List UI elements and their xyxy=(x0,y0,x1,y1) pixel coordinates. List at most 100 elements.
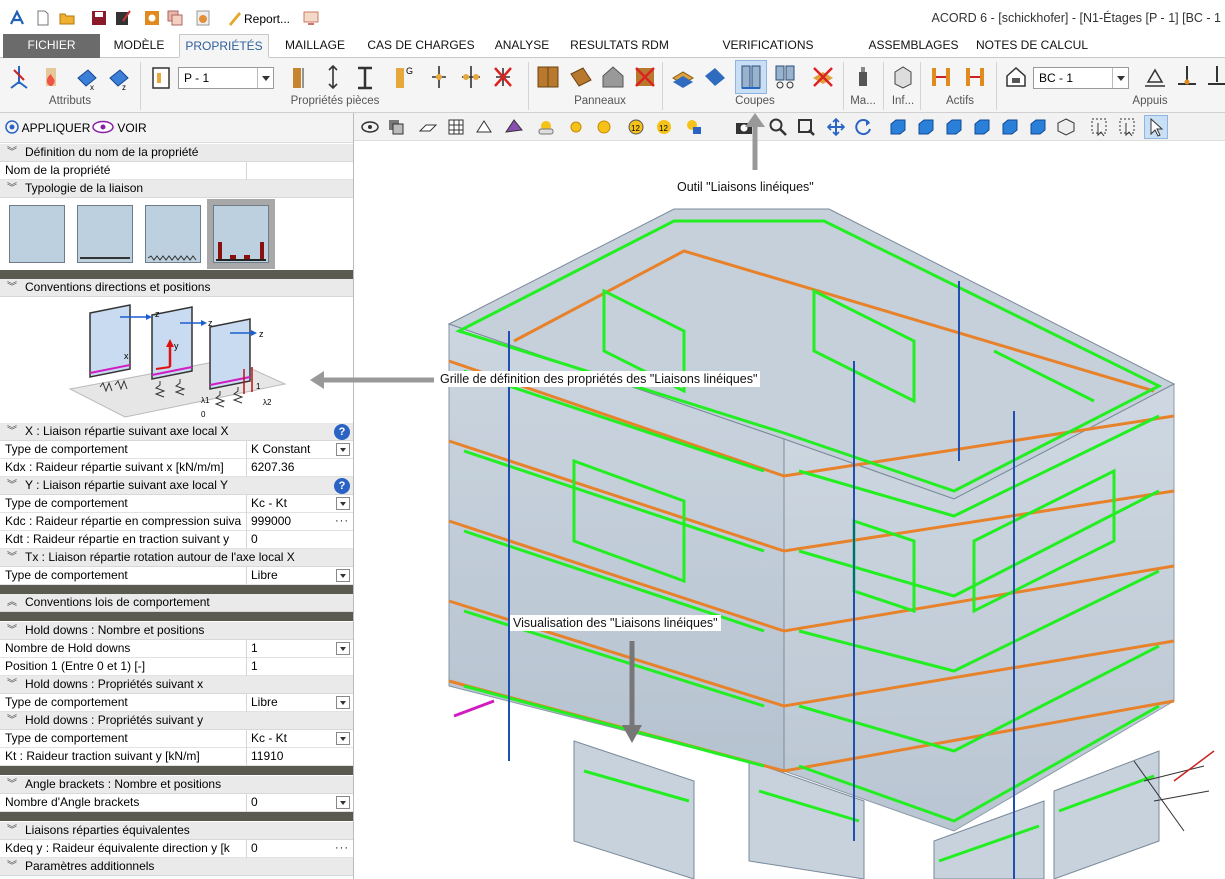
section-hd-count[interactable]: ︾ Hold downs : Nombre et positions xyxy=(0,622,353,640)
row-hdy-type[interactable]: Type de comportement Kc - Kt xyxy=(0,730,353,748)
info-box-icon[interactable] xyxy=(890,62,916,92)
tab-modele[interactable]: MODÈLE xyxy=(103,34,175,58)
centroid-icon[interactable]: G xyxy=(390,62,416,92)
section-x-liaison[interactable]: ︾ X : Liaison répartie suivant axe local … xyxy=(0,423,353,441)
hdy-type-select[interactable]: Kc - Kt xyxy=(246,730,353,748)
active-element-2-icon[interactable] xyxy=(962,62,988,92)
ellipsis-button[interactable]: ··· xyxy=(335,840,349,857)
local-axis-x-icon[interactable]: x xyxy=(74,62,100,92)
section-conv-lois[interactable]: ︽ Conventions lois de comportement xyxy=(0,594,353,612)
tab-fichier[interactable]: FICHIER xyxy=(3,34,100,58)
section-params[interactable]: ︾ Paramètres additionnels xyxy=(0,858,353,876)
hdx-type-select[interactable]: Libre xyxy=(246,694,353,712)
tab-maillage[interactable]: MAILLAGE xyxy=(276,34,354,58)
chevron-down-icon[interactable] xyxy=(336,497,350,510)
piece-combo[interactable]: P - 1 xyxy=(178,67,274,89)
tab-cas-de-charges[interactable]: CAS DE CHARGES xyxy=(362,34,480,58)
section-ab-count[interactable]: ︾ Angle brackets : Nombre et positions xyxy=(0,776,353,794)
i-section-icon[interactable] xyxy=(352,62,378,92)
kdx-input[interactable]: 6207.36 xyxy=(246,459,353,477)
section-typology[interactable]: ︾ Typologie de la liaison xyxy=(0,180,353,198)
open-folder-icon[interactable] xyxy=(58,9,76,27)
row-property-name[interactable]: Nom de la propriété xyxy=(0,162,353,180)
row-x-type[interactable]: Type de comportement K Constant xyxy=(0,441,353,459)
row-tx-type[interactable]: Type de comportement Libre xyxy=(0,567,353,585)
chevron-down-icon[interactable] xyxy=(336,796,350,809)
local-axis-z-icon[interactable]: z xyxy=(106,62,132,92)
surface-liaisons-icon[interactable] xyxy=(772,62,798,92)
typology-option-1[interactable] xyxy=(9,205,65,263)
acord-logo-icon[interactable] xyxy=(8,9,26,27)
release-dual-icon[interactable] xyxy=(458,62,484,92)
row-hd-pos[interactable]: Position 1 (Entre 0 et 1) [-] 1 xyxy=(0,658,353,676)
row-hd-n[interactable]: Nombre de Hold downs 1 xyxy=(0,640,353,658)
material-icon[interactable] xyxy=(850,62,876,92)
support-roller-icon[interactable] xyxy=(1204,62,1225,92)
release-icon[interactable] xyxy=(426,62,452,92)
save-icon[interactable] xyxy=(90,9,108,27)
report-icon[interactable] xyxy=(226,9,244,27)
tab-analyse[interactable]: ANALYSE xyxy=(488,34,556,58)
section-y-liaison[interactable]: ︾ Y : Liaison répartie suivant axe local … xyxy=(0,477,353,495)
typology-option-2[interactable] xyxy=(77,205,133,263)
support-pin-icon[interactable] xyxy=(1142,62,1168,92)
property-name-input[interactable] xyxy=(246,162,353,180)
hd-pos-input[interactable]: 1 xyxy=(246,658,353,676)
beam-section-icon[interactable] xyxy=(285,62,311,92)
boundary-condition-icon[interactable] xyxy=(1003,62,1029,92)
row-kdx[interactable]: Kdx : Raideur répartie suivant x [kN/m/m… xyxy=(0,459,353,477)
piece-property-icon[interactable] xyxy=(148,62,174,92)
tab-verifications-eurocodes[interactable]: VERIFICATIONS EUROCODES xyxy=(683,34,853,75)
chevron-down-icon[interactable] xyxy=(336,569,350,582)
panel-tilt-icon[interactable] xyxy=(568,62,594,92)
tab-notes-de-calcul[interactable]: NOTES DE CALCUL xyxy=(972,34,1092,58)
delete-panel-icon[interactable] xyxy=(632,62,658,92)
typology-option-4-selected[interactable] xyxy=(213,205,269,263)
row-kt[interactable]: Kt : Raideur traction suivant y [kN/m] 11… xyxy=(0,748,353,766)
apply-button[interactable]: APPLIQUER xyxy=(5,120,90,135)
kt-input[interactable]: 11910 xyxy=(246,748,353,766)
section-hd-y[interactable]: ︾ Hold downs : Propriétés suivant y xyxy=(0,712,353,730)
view-button[interactable]: VOIR xyxy=(92,120,147,135)
fire-attribute-icon[interactable] xyxy=(38,62,64,92)
section-name-def[interactable]: ︾ Définition du nom de la propriété xyxy=(0,144,353,162)
axes-attribute-icon[interactable] xyxy=(6,62,32,92)
typology-option-3[interactable] xyxy=(145,205,201,263)
viewport-3d[interactable]: 12 12 Outil "Liaisons linéiques" Grille … xyxy=(354,113,1225,879)
section-conventions[interactable]: ︾ Conventions directions et positions xyxy=(0,279,353,297)
section-stack-icon[interactable] xyxy=(670,62,696,92)
delete-section-icon[interactable] xyxy=(810,62,836,92)
tx-type-select[interactable]: Libre xyxy=(246,567,353,585)
tab-assemblages[interactable]: ASSEMBLAGES xyxy=(862,34,965,58)
row-hdx-type[interactable]: Type de comportement Libre xyxy=(0,694,353,712)
export-icon[interactable] xyxy=(194,9,212,27)
new-file-icon[interactable] xyxy=(34,9,52,27)
row-kdc[interactable]: Kdc : Raideur répartie en compression su… xyxy=(0,513,353,531)
save-as-icon[interactable] xyxy=(114,9,132,27)
ellipsis-button[interactable]: ··· xyxy=(335,513,349,530)
length-icon[interactable] xyxy=(320,62,346,92)
section-tilt-icon[interactable] xyxy=(702,62,728,92)
hd-n-select[interactable]: 1 xyxy=(246,640,353,658)
copy-icon[interactable] xyxy=(166,9,184,27)
tab-resultats-rdm[interactable]: RESULTATS RDM xyxy=(563,34,676,58)
help-icon[interactable]: ? xyxy=(334,478,350,494)
settings-icon[interactable] xyxy=(143,9,161,27)
x-type-select[interactable]: K Constant xyxy=(246,441,353,459)
delete-release-icon[interactable] xyxy=(490,62,516,92)
report-label[interactable]: Report... xyxy=(244,12,290,26)
panel-icon[interactable] xyxy=(535,62,561,92)
section-tx-liaison[interactable]: ︾ Tx : Liaison répartie rotation autour d… xyxy=(0,549,353,567)
ab-n-select[interactable]: 0 xyxy=(246,794,353,812)
panel-house-icon[interactable] xyxy=(600,62,626,92)
row-kdt[interactable]: Kdt : Raideur répartie en traction suiva… xyxy=(0,531,353,549)
chevron-down-icon[interactable] xyxy=(336,642,350,655)
bc-combo[interactable]: BC - 1 xyxy=(1033,67,1129,89)
chevron-down-icon[interactable] xyxy=(336,443,350,456)
chevron-down-icon[interactable] xyxy=(336,732,350,745)
section-equiv[interactable]: ︾ Liaisons réparties équivalentes xyxy=(0,822,353,840)
row-kdeq[interactable]: Kdeq y : Raideur équivalente direction y… xyxy=(0,840,353,858)
screen-icon[interactable] xyxy=(302,9,320,27)
row-y-type[interactable]: Type de comportement Kc - Kt xyxy=(0,495,353,513)
help-icon[interactable]: ? xyxy=(334,424,350,440)
